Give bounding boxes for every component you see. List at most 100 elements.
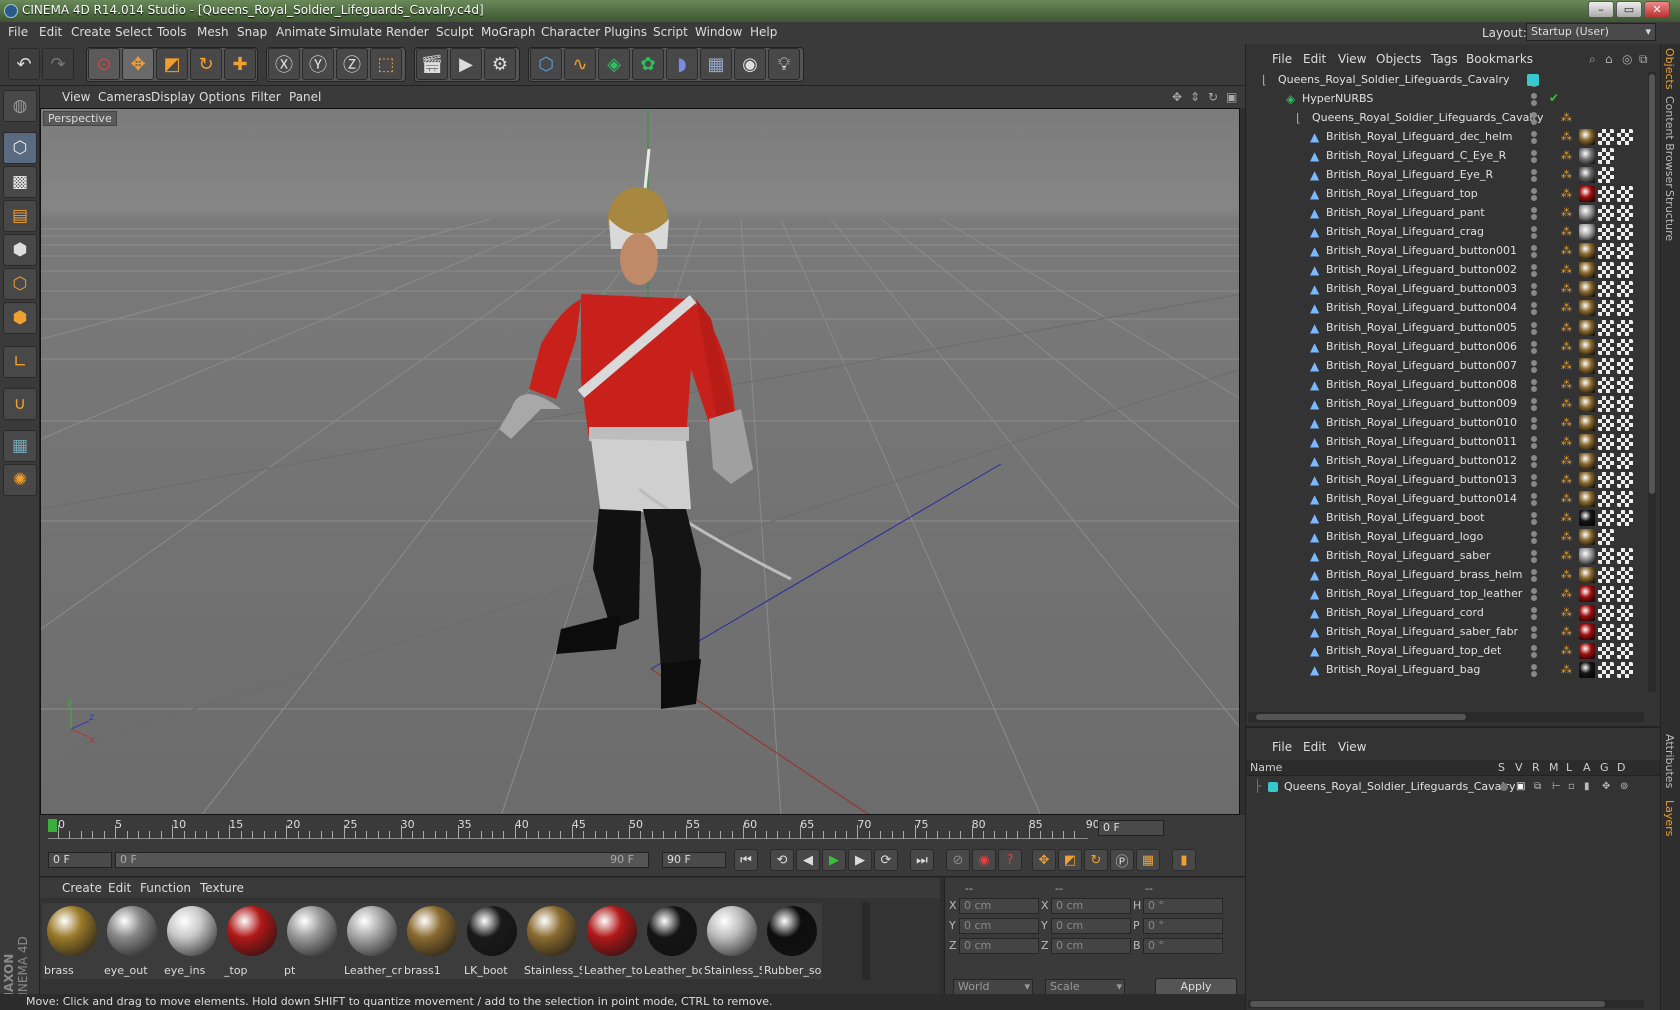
phong-tag-icon[interactable]: ⁂: [1561, 625, 1572, 638]
material-tag[interactable]: [1579, 395, 1595, 412]
phong-tag-icon[interactable]: ⁂: [1561, 492, 1572, 505]
render-visibility-dot[interactable]: [1531, 614, 1537, 621]
editor-visibility-dot[interactable]: [1531, 645, 1537, 652]
coordinate-system-button[interactable]: ⬚: [370, 48, 402, 80]
object-row[interactable]: ▲ British_Royal_Lifeguard_dec_helm ⁂: [1246, 127, 1646, 147]
home-icon[interactable]: ⌂: [1605, 52, 1613, 66]
layer-color-swatch[interactable]: [1527, 74, 1539, 86]
uvw-tag[interactable]: [1617, 662, 1633, 679]
key-rotation-button[interactable]: ↻: [1084, 849, 1108, 871]
polygons-mode-button[interactable]: ⬢: [3, 302, 37, 334]
phong-tag-icon[interactable]: ⁂: [1561, 340, 1572, 353]
render-visibility-dot[interactable]: [1531, 461, 1537, 468]
phong-tag-icon[interactable]: ⁂: [1561, 568, 1572, 581]
material-tag[interactable]: [1579, 471, 1595, 488]
phong-tag-icon[interactable]: ⁂: [1561, 130, 1572, 143]
editor-visibility-dot[interactable]: [1531, 397, 1537, 404]
layer-menu-edit[interactable]: Edit: [1303, 740, 1326, 754]
render-visibility-dot[interactable]: [1531, 404, 1537, 411]
vp-rotate-icon[interactable]: ↻: [1208, 90, 1218, 104]
object-hscroll-thumb[interactable]: [1256, 714, 1466, 720]
layer-menu-view[interactable]: View: [1338, 740, 1366, 754]
y-axis-button[interactable]: Ⓨ: [302, 48, 334, 80]
tab-content-browser[interactable]: Content Browser: [1663, 96, 1676, 188]
menu-script[interactable]: Script: [653, 25, 688, 39]
uvw-tag[interactable]: [1598, 529, 1614, 546]
layer-animation-icon[interactable]: ▮: [1584, 781, 1590, 792]
edges-mode-button[interactable]: ⬡: [3, 268, 37, 300]
material-swatch[interactable]: Stainless_S: [522, 903, 582, 979]
editor-visibility-dot[interactable]: [1531, 264, 1537, 271]
live-selection-button[interactable]: ⊙: [88, 48, 120, 80]
material-tag[interactable]: [1579, 452, 1595, 469]
start-frame-field[interactable]: 0 F: [48, 852, 112, 868]
editor-visibility-dot[interactable]: [1531, 569, 1537, 576]
layer-hscroll-thumb[interactable]: [1250, 1001, 1605, 1007]
frame-range-slider[interactable]: 0 F 90 F: [115, 852, 649, 868]
previous-key-button[interactable]: ⟲: [770, 849, 794, 871]
layer-color-swatch[interactable]: [1268, 782, 1278, 792]
editor-visibility-dot[interactable]: [1531, 512, 1537, 518]
phong-tag-icon[interactable]: ⁂: [1561, 263, 1572, 276]
menu-tools[interactable]: Tools: [157, 25, 187, 39]
layer-col-r[interactable]: R: [1532, 761, 1540, 774]
layer-render-icon[interactable]: ⧉: [1534, 781, 1541, 792]
vp-menu-cameras[interactable]: Cameras: [98, 90, 151, 104]
menu-mesh[interactable]: Mesh: [197, 25, 229, 39]
uvw-tag[interactable]: [1617, 414, 1633, 431]
render-visibility-dot[interactable]: [1531, 138, 1537, 144]
render-visibility-dot[interactable]: [1531, 595, 1537, 602]
timeline[interactable]: 0 5 10 15 20 25 30 35 40 45 50 55 60 65 70 75 80 85 90 0 F: [40, 815, 1245, 842]
uvw-tag[interactable]: [1598, 319, 1614, 336]
layer-col-m[interactable]: M: [1549, 761, 1559, 774]
phong-tag-icon[interactable]: ⁂: [1561, 549, 1572, 562]
render-visibility-dot[interactable]: [1531, 157, 1537, 164]
layer-col-v[interactable]: V: [1515, 761, 1523, 774]
object-row[interactable]: ▲ British_Royal_Lifeguard_button005 ⁂: [1246, 318, 1646, 338]
previous-frame-button[interactable]: ◀: [796, 849, 820, 871]
uvw-tag[interactable]: [1617, 281, 1633, 298]
editor-visibility-dot[interactable]: [1531, 226, 1537, 233]
coord-value-field[interactable]: 0 cm: [1051, 938, 1131, 954]
uvw-tag[interactable]: [1598, 376, 1614, 393]
eye-icon[interactable]: ◎: [1622, 52, 1632, 66]
phong-tag-icon[interactable]: ⁂: [1561, 282, 1572, 295]
redo-button[interactable]: ↷: [42, 48, 74, 80]
object-row[interactable]: ▲ British_Royal_Lifeguard_button009 ⁂: [1246, 394, 1646, 414]
uvw-tag[interactable]: [1598, 586, 1614, 603]
uvw-tag[interactable]: [1617, 262, 1633, 279]
object-row[interactable]: ▲ British_Royal_Lifeguard_C_Eye_R ⁂: [1246, 146, 1646, 166]
editor-visibility-dot[interactable]: [1531, 607, 1537, 614]
object-row[interactable]: ◈ HyperNURBS ✔: [1246, 89, 1646, 109]
render-visibility-dot[interactable]: [1531, 347, 1537, 354]
editor-visibility-dot[interactable]: [1531, 435, 1537, 442]
editor-visibility-dot[interactable]: [1531, 359, 1537, 366]
key-scale-button[interactable]: ◩: [1058, 849, 1082, 871]
menu-edit[interactable]: Edit: [39, 25, 62, 39]
phong-tag-icon[interactable]: ⁂: [1561, 606, 1572, 619]
phong-tag-icon[interactable]: ⁂: [1561, 168, 1572, 181]
render-visibility-dot[interactable]: [1531, 100, 1537, 106]
material-swatch[interactable]: _top: [222, 903, 282, 979]
next-frame-button[interactable]: ▶: [848, 849, 872, 871]
coord-scale-select[interactable]: Scale ▾: [1045, 979, 1125, 995]
phong-tag-icon[interactable]: ⁂: [1561, 454, 1572, 467]
menu-mograph[interactable]: MoGraph: [481, 25, 536, 39]
material-tag[interactable]: [1579, 605, 1595, 622]
render-visibility-dot[interactable]: [1531, 233, 1537, 240]
new-window-icon[interactable]: ⧉: [1639, 52, 1648, 67]
menu-select[interactable]: Select: [115, 25, 152, 39]
object-row[interactable]: ▲ British_Royal_Lifeguard_cord ⁂: [1246, 603, 1646, 623]
uvw-tag[interactable]: [1598, 167, 1614, 184]
render-view-button[interactable]: 🎬︎: [416, 48, 448, 80]
layer-manager-icon[interactable]: ⊢: [1552, 781, 1561, 792]
phong-tag-icon[interactable]: ⁂: [1561, 473, 1572, 486]
next-key-button[interactable]: ⟳: [874, 849, 898, 871]
material-tag[interactable]: [1579, 567, 1595, 584]
uvw-tag[interactable]: [1598, 357, 1614, 374]
phong-tag-icon[interactable]: ⁂: [1561, 206, 1572, 219]
coord-mode-select[interactable]: World ▾: [953, 979, 1033, 995]
light-button[interactable]: 💡︎: [768, 48, 800, 80]
obj-menu-tags[interactable]: Tags: [1431, 52, 1458, 66]
uvw-tag[interactable]: [1598, 129, 1614, 145]
